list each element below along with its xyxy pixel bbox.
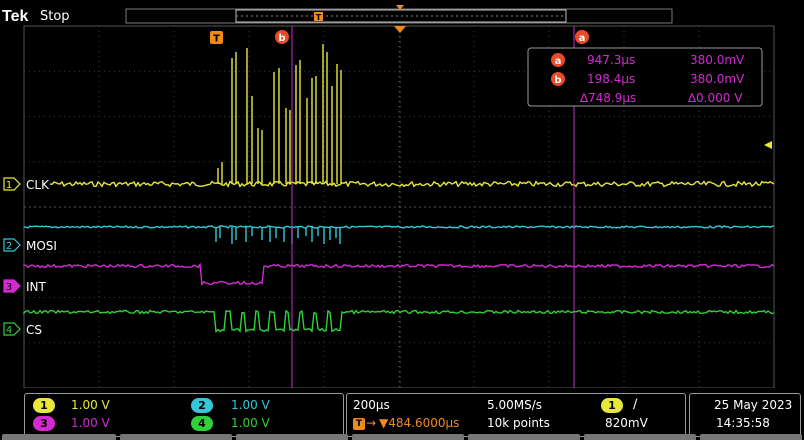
record-length: 10k points [487, 416, 550, 430]
cursor-b-marker-icon[interactable]: b [275, 30, 289, 44]
trigger-marker-icon: T [210, 31, 223, 45]
svg-text:a: a [555, 56, 562, 67]
acquisition-status: Stop [40, 9, 70, 24]
trigger-level: 820mV [605, 416, 648, 430]
trigger-position-arrow: → [366, 416, 377, 430]
softkey-tab[interactable] [468, 434, 580, 440]
softkey-tab[interactable] [700, 434, 802, 440]
softkey-tab[interactable] [584, 434, 696, 440]
channel-1-marker[interactable]: 1 CLK [3, 177, 50, 192]
ch1-badge[interactable]: 1 [33, 398, 55, 413]
ch2-badge[interactable]: 2 [191, 398, 213, 413]
svg-text:2: 2 [6, 241, 12, 252]
readout-b-volt: 380.0mV [690, 72, 745, 86]
record-overview[interactable]: T [125, 5, 673, 24]
ch4-scale: 1.00 V [231, 416, 270, 430]
readout-b-icon: b [551, 72, 565, 86]
datetime-panel: 25 May 2023 14:35:58 [689, 393, 801, 437]
svg-text:T: T [316, 13, 322, 22]
softkey-tab[interactable] [236, 434, 348, 440]
svg-text:3: 3 [6, 282, 12, 293]
ch3-badge[interactable]: 3 [33, 416, 55, 431]
readout-delta-time: ∆748.9µs [579, 91, 636, 105]
softkey-tab[interactable] [120, 434, 232, 440]
channel-4-marker[interactable]: 4 CS [3, 322, 42, 337]
channel-1-label: CLK [26, 178, 50, 192]
softkey-tab[interactable] [2, 434, 116, 440]
svg-text:b: b [278, 33, 285, 44]
trigger-position-marker[interactable] [394, 26, 406, 33]
softkey-tabs [0, 434, 804, 440]
ch4-badge[interactable]: 4 [191, 416, 213, 431]
sample-rate: 5.00MS/s [487, 398, 542, 412]
svg-text:1: 1 [6, 180, 12, 191]
ch3-scale: 1.00 V [71, 416, 110, 430]
brand-logo: Tek [2, 8, 28, 25]
svg-text:T: T [213, 34, 220, 45]
ch1-trace [49, 180, 775, 188]
date: 25 May 2023 [714, 398, 793, 412]
svg-text:a: a [579, 33, 586, 44]
trigger-level-marker[interactable] [764, 141, 772, 149]
trigger-source-badge[interactable]: 1 [601, 398, 623, 413]
cursor-a-marker-icon[interactable]: a [575, 30, 589, 44]
channel-2-label: MOSI [26, 239, 57, 253]
ch1-scale: 1.00 V [71, 398, 110, 412]
cursor-readout[interactable]: a 947.3µs 380.0mV b 198.4µs 380.0mV ∆748… [527, 47, 763, 107]
readout-b-time: 198.4µs [587, 72, 635, 86]
channel-3-label: INT [26, 280, 47, 294]
svg-text:Tek: Tek [2, 8, 28, 25]
vertical-settings-panel[interactable]: 1 1.00 V 2 1.00 V 3 1.00 V 4 1.00 V [24, 393, 344, 437]
readout-a-volt: 380.0mV [690, 53, 745, 67]
horizontal-trigger-panel[interactable]: 200µs 5.00MS/s 1 ∕ T → ▼484.6000µs 10k p… [346, 393, 686, 437]
readout-a-icon: a [551, 53, 565, 67]
trigger-slope-icon: ∕ [633, 397, 638, 412]
overview-trigger-icon: T [314, 12, 323, 22]
readout-a-time: 947.3µs [587, 53, 635, 67]
svg-text:4: 4 [6, 325, 12, 336]
channel-4-label: CS [26, 323, 42, 337]
softkey-tab[interactable] [352, 434, 464, 440]
ch2-trace [23, 225, 775, 229]
time: 14:35:58 [716, 416, 770, 430]
readout-delta-volt: ∆0.000 V [687, 91, 743, 105]
horizontal-scale: 200µs [353, 398, 390, 412]
trigger-position-icon: T [353, 418, 365, 430]
channel-3-marker[interactable]: 3 INT [3, 279, 47, 294]
ch2-scale: 1.00 V [231, 398, 270, 412]
horizontal-position: ▼484.6000µs [379, 416, 460, 430]
svg-text:b: b [554, 75, 561, 86]
channel-2-marker[interactable]: 2 MOSI [3, 238, 57, 253]
